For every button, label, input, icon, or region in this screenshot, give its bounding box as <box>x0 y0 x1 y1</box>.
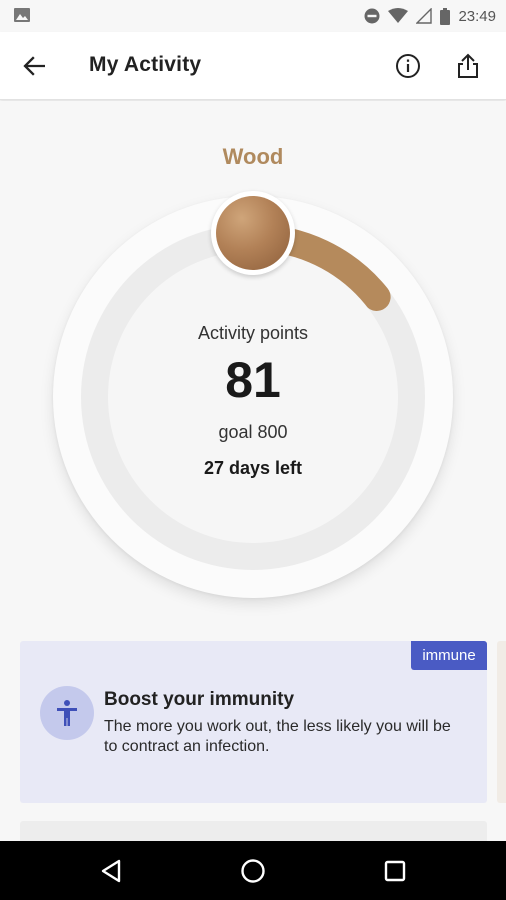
goal-text: goal 800 <box>218 422 288 442</box>
status-bar: 23:49 <box>0 0 506 32</box>
info-button[interactable] <box>392 50 424 82</box>
nav-back-button[interactable] <box>93 853 129 889</box>
wood-medal-face <box>216 196 290 270</box>
next-card[interactable] <box>20 821 487 841</box>
wood-medal-icon <box>211 191 295 275</box>
app-bar: My Activity <box>0 32 506 100</box>
wifi-icon <box>388 8 409 23</box>
recents-square-icon <box>384 860 406 882</box>
info-icon <box>396 54 420 78</box>
points-value: 81 <box>225 352 281 408</box>
home-circle-icon <box>241 859 265 883</box>
image-icon <box>14 8 30 22</box>
share-icon <box>458 53 478 78</box>
days-left: 27 days left <box>203 458 303 478</box>
signal-icon <box>416 8 433 24</box>
do-not-disturb-icon <box>364 8 380 24</box>
points-label: Activity points <box>197 323 309 343</box>
card-title: Boost your immunity <box>104 689 295 710</box>
nav-recents-button[interactable] <box>377 853 413 889</box>
immunity-card[interactable]: immune Boost your immunity The more you … <box>20 641 487 803</box>
activity-content: Wood Activity points 81 goal 800 27 days… <box>0 101 506 841</box>
person-glyph <box>57 700 77 726</box>
battery-icon <box>440 7 451 25</box>
status-icons: 23:49 <box>364 7 496 25</box>
back-button[interactable] <box>18 50 50 82</box>
navigation-bar <box>0 841 506 900</box>
next-card-peek[interactable] <box>497 641 506 803</box>
nav-home-button[interactable] <box>235 853 271 889</box>
card-body: The more you work out, the less likely y… <box>104 718 451 755</box>
back-triangle-icon <box>101 859 121 883</box>
status-time: 23:49 <box>458 7 496 25</box>
card-tag: immune <box>411 641 487 670</box>
share-button[interactable] <box>452 50 484 82</box>
back-arrow-icon <box>23 56 45 76</box>
page-title: My Activity <box>89 53 202 76</box>
person-accessibility-icon <box>40 686 94 740</box>
level-name: Wood <box>222 144 284 169</box>
